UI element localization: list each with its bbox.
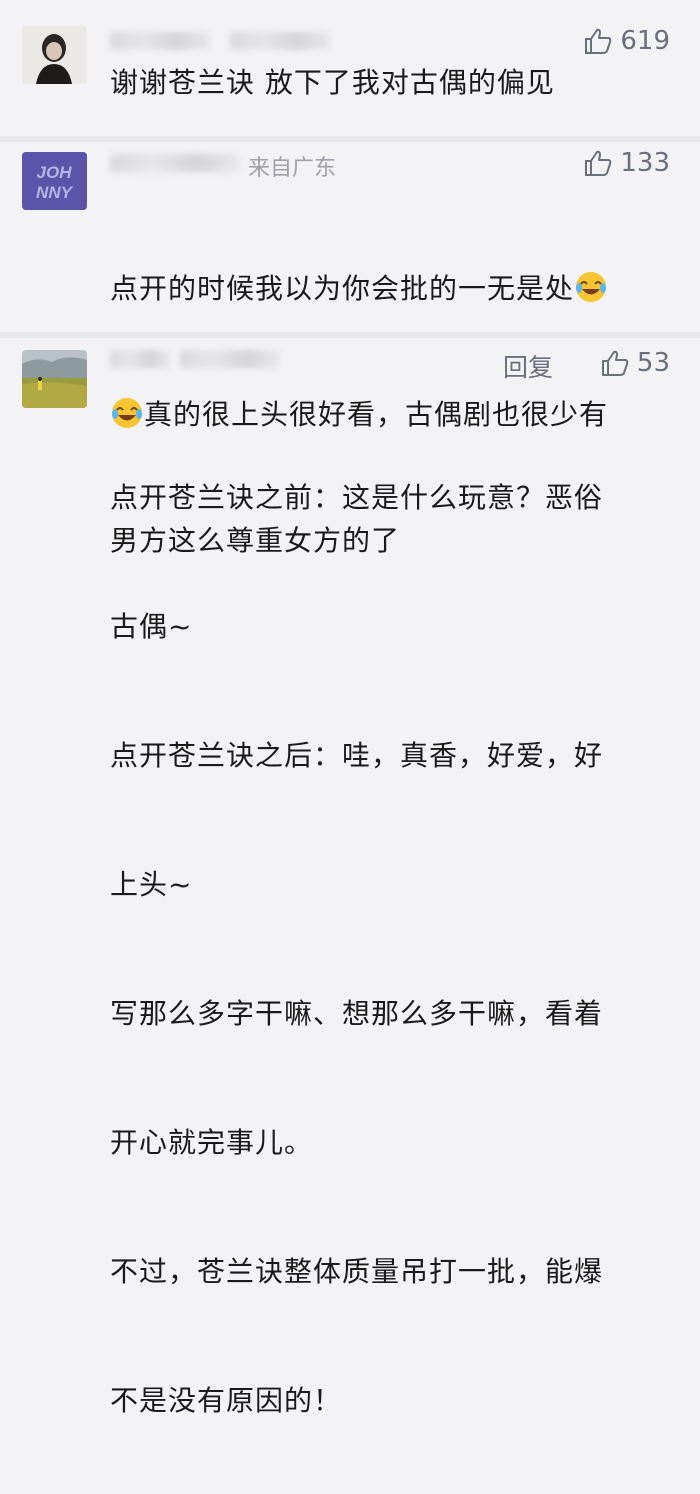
- like-count: 53: [636, 348, 670, 378]
- comment-line: 古偶~: [110, 610, 193, 643]
- like-button[interactable]: 53: [601, 348, 670, 378]
- comment-2: JOH NNY 来自广东 133 点开的时候我以为你会批的一无是处 真的很上头很…: [0, 142, 700, 557]
- comment-line: 不过，苍兰诀整体质量吊打一批，能爆: [110, 1255, 604, 1288]
- avatar[interactable]: [22, 26, 87, 84]
- thumbs-up-icon: [585, 28, 612, 54]
- comment-text: 点开苍兰诀之前：这是什么玩意？恶俗 古偶~ 点开苍兰诀之后：哇，真香，好爱，好 …: [110, 390, 680, 1494]
- username-redacted-2: [230, 32, 330, 50]
- comment-line: 写那么多字干嘛、想那么多干嘛，看着: [110, 997, 604, 1030]
- comment-text: 谢谢苍兰诀 放下了我对古偶的偏见: [110, 66, 555, 99]
- comment-1: 619 谢谢苍兰诀 放下了我对古偶的偏见: [0, 0, 700, 140]
- avatar[interactable]: [22, 350, 87, 408]
- comment-line: 点开苍兰诀之前：这是什么玩意？恶俗: [110, 481, 604, 514]
- svg-text:NNY: NNY: [36, 183, 74, 202]
- like-count: 133: [620, 148, 670, 178]
- svg-text:JOH: JOH: [37, 163, 73, 182]
- comment-line: 点开苍兰诀之后：哇，真香，好爱，好: [110, 739, 604, 772]
- comment-3: 回复 53 点开苍兰诀之前：这是什么玩意？恶俗 古偶~ 点开苍兰诀之后：哇，真香…: [0, 338, 700, 1417]
- like-count: 619: [620, 26, 670, 56]
- like-button[interactable]: 133: [584, 148, 670, 178]
- username-redacted[interactable]: [110, 154, 240, 172]
- comment-line: 上头~: [110, 868, 193, 901]
- location-label: 来自广东: [248, 156, 337, 181]
- avatar[interactable]: JOH NNY: [22, 152, 87, 210]
- thumbs-up-icon: [601, 350, 629, 376]
- username-redacted[interactable]: [110, 32, 210, 50]
- username-redacted[interactable]: [110, 350, 170, 368]
- laughing-crying-emoji-icon: [576, 272, 607, 302]
- comment-line: 开心就完事儿。: [110, 1126, 314, 1159]
- username-redacted-2: [180, 350, 280, 368]
- comment-line-text: 点开的时候我以为你会批的一无是处: [110, 272, 575, 305]
- thumbs-up-icon: [585, 150, 612, 176]
- reply-button[interactable]: 回复: [503, 348, 553, 384]
- comment-line: 点开的时候我以为你会批的一无是处: [110, 268, 680, 310]
- like-button[interactable]: 619: [584, 26, 670, 56]
- comment-line: 不是没有原因的！: [110, 1384, 343, 1417]
